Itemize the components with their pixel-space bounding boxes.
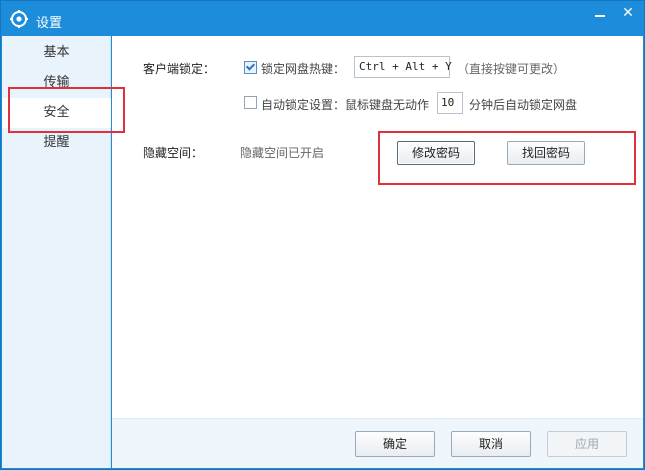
hotkey-input[interactable]: Ctrl + Alt + Y <box>354 56 452 78</box>
window-title: 设置 <box>36 16 63 31</box>
ok-button[interactable]: 确定 <box>355 431 435 457</box>
hotkey-lock-label: 锁定网盘热键： <box>261 62 346 76</box>
auto-lock-minutes-input[interactable]: 10 <box>437 92 463 114</box>
recover-password-button[interactable]: 找回密码 <box>507 141 585 165</box>
settings-sidebar: 基本 传输 安全 提醒 <box>2 36 111 468</box>
hidden-space-label: 隐藏空间： <box>143 146 204 160</box>
hotkey-hint: （直接按键可更改） <box>457 62 566 76</box>
title-bar[interactable]: 设置 ✕ <box>1 1 644 37</box>
minimize-icon <box>595 15 605 17</box>
minimize-button[interactable] <box>589 5 611 21</box>
cancel-button[interactable]: 取消 <box>451 431 531 457</box>
sidebar-item-security[interactable]: 安全 <box>2 98 111 128</box>
settings-gear-icon <box>10 10 28 28</box>
client-lock-label: 客户端锁定： <box>143 62 216 76</box>
hidden-space-status: 隐藏空间已开启 <box>240 146 325 160</box>
auto-lock-suffix: 分钟后自动锁定网盘 <box>469 98 578 112</box>
sidebar-item-transfer[interactable]: 传输 <box>2 68 111 98</box>
auto-lock-label: 自动锁定设置：鼠标键盘无动作 <box>261 98 430 112</box>
sidebar-item-reminder[interactable]: 提醒 <box>2 128 111 158</box>
checkmark-icon <box>245 61 256 71</box>
hotkey-lock-checkbox[interactable] <box>244 61 257 74</box>
apply-button[interactable]: 应用 <box>547 431 627 457</box>
close-button[interactable]: ✕ <box>617 5 639 21</box>
sidebar-item-basic[interactable]: 基本 <box>2 38 111 68</box>
auto-lock-checkbox[interactable] <box>244 96 257 109</box>
change-password-button[interactable]: 修改密码 <box>397 141 475 165</box>
